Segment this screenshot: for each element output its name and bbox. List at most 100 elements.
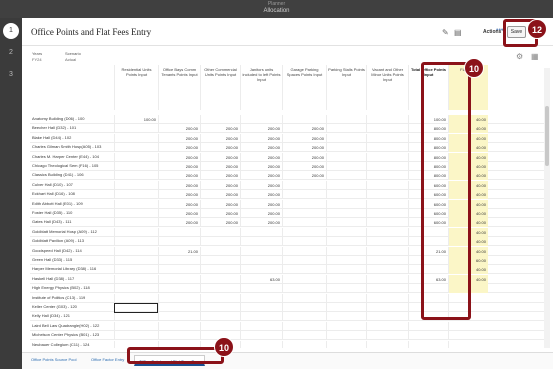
data-cell[interactable] [366, 124, 408, 134]
data-cell[interactable] [158, 331, 200, 341]
data-cell[interactable] [200, 303, 240, 312]
data-cell[interactable] [326, 180, 366, 190]
data-cell[interactable]: 200.00 [158, 171, 200, 181]
flat-fee-cell[interactable] [448, 331, 488, 341]
data-cell[interactable]: 200.00 [200, 143, 240, 153]
data-cell[interactable] [158, 265, 200, 275]
data-cell[interactable] [408, 321, 448, 331]
data-cell[interactable] [114, 143, 158, 153]
data-cell[interactable]: 200.00 [158, 209, 200, 218]
data-cell[interactable] [282, 199, 326, 209]
data-cell[interactable]: 200.00 [158, 124, 200, 134]
data-cell[interactable]: 200.00 [200, 162, 240, 171]
data-cell[interactable] [366, 303, 408, 312]
data-cell[interactable]: 200.00 [282, 124, 326, 134]
data-cell[interactable]: 200.00 [200, 199, 240, 209]
data-cell[interactable] [326, 124, 366, 134]
data-cell[interactable]: 200.00 [158, 133, 200, 143]
data-cell[interactable] [200, 237, 240, 247]
data-cell[interactable] [114, 256, 158, 265]
data-cell[interactable] [158, 293, 200, 303]
tab-office-factor-entry[interactable]: Office Factor Entry [91, 357, 124, 362]
data-cell[interactable] [326, 312, 366, 322]
data-cell[interactable] [326, 227, 366, 237]
data-cell[interactable] [158, 256, 200, 265]
flat-fee-cell[interactable] [448, 340, 488, 348]
data-cell[interactable] [114, 265, 158, 275]
data-cell[interactable] [366, 115, 408, 124]
data-cell[interactable] [326, 171, 366, 181]
data-cell[interactable] [366, 246, 408, 256]
data-cell[interactable] [282, 331, 326, 341]
tab-office-points-source-pool[interactable]: Office Points Source Pool [31, 357, 77, 362]
data-cell[interactable] [282, 209, 326, 218]
data-cell[interactable] [114, 312, 158, 322]
instructions-icon[interactable]: ▤ [454, 28, 463, 37]
data-cell[interactable] [326, 246, 366, 256]
data-cell[interactable] [240, 312, 282, 322]
data-cell[interactable]: 200.00 [240, 199, 282, 209]
data-cell[interactable]: 200.00 [282, 171, 326, 181]
data-cell[interactable] [326, 340, 366, 348]
data-cell[interactable]: 200.00 [282, 162, 326, 171]
data-cell[interactable] [158, 284, 200, 294]
data-cell[interactable] [326, 303, 366, 312]
data-cell[interactable]: 200.00 [200, 190, 240, 200]
data-cell[interactable] [366, 143, 408, 153]
data-cell[interactable] [366, 265, 408, 275]
data-cell[interactable]: 200.00 [240, 124, 282, 134]
data-cell[interactable] [408, 331, 448, 341]
data-cell[interactable] [200, 246, 240, 256]
data-cell[interactable]: 200.00 [282, 143, 326, 153]
data-cell[interactable]: 200.00 [240, 180, 282, 190]
data-cell[interactable] [240, 293, 282, 303]
settings-gear-icon[interactable]: ⚙ [516, 52, 523, 61]
selected-cell[interactable] [114, 303, 158, 313]
data-cell[interactable] [240, 265, 282, 275]
data-cell[interactable] [240, 331, 282, 341]
data-cell[interactable]: 200.00 [200, 171, 240, 181]
data-cell[interactable] [326, 199, 366, 209]
data-cell[interactable] [158, 237, 200, 247]
data-cell[interactable] [282, 265, 326, 275]
data-cell[interactable] [200, 293, 240, 303]
data-cell[interactable] [200, 274, 240, 284]
data-cell[interactable] [240, 246, 282, 256]
data-cell[interactable] [282, 274, 326, 284]
data-cell[interactable] [114, 293, 158, 303]
data-cell[interactable]: 200.00 [158, 152, 200, 162]
data-cell[interactable]: 200.00 [240, 143, 282, 153]
data-cell[interactable] [282, 227, 326, 237]
data-cell[interactable] [282, 190, 326, 200]
data-cell[interactable] [282, 246, 326, 256]
data-cell[interactable] [282, 218, 326, 228]
data-cell[interactable] [114, 171, 158, 181]
actions-menu[interactable]: Actions ▾ [483, 29, 505, 35]
data-cell[interactable] [366, 180, 408, 190]
data-cell[interactable]: 100.00 [114, 115, 158, 124]
data-cell[interactable] [114, 199, 158, 209]
data-cell[interactable] [326, 162, 366, 171]
data-cell[interactable]: 200.00 [200, 209, 240, 218]
data-cell[interactable] [282, 340, 326, 348]
data-cell[interactable] [158, 303, 200, 312]
data-cell[interactable] [114, 246, 158, 256]
data-cell[interactable] [326, 143, 366, 153]
data-cell[interactable] [200, 227, 240, 237]
data-cell[interactable]: 200.00 [200, 152, 240, 162]
data-cell[interactable] [158, 312, 200, 322]
data-cell[interactable] [240, 340, 282, 348]
data-cell[interactable] [200, 284, 240, 294]
data-cell[interactable] [240, 321, 282, 331]
data-cell[interactable] [366, 171, 408, 181]
data-cell[interactable]: 200.00 [158, 199, 200, 209]
data-cell[interactable]: 200.00 [158, 218, 200, 228]
data-cell[interactable] [114, 284, 158, 294]
data-cell[interactable] [282, 256, 326, 265]
data-cell[interactable] [326, 115, 366, 124]
data-cell[interactable] [326, 190, 366, 200]
data-cell[interactable] [114, 180, 158, 190]
data-cell[interactable]: 63.00 [240, 274, 282, 284]
data-cell[interactable] [114, 162, 158, 171]
data-cell[interactable] [114, 133, 158, 143]
